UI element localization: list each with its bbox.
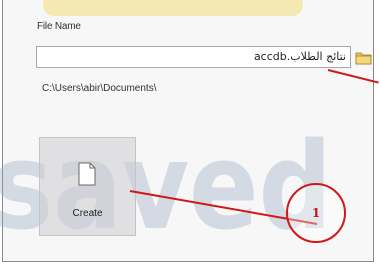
file-name-label: File Name xyxy=(37,21,81,32)
decorative-banner xyxy=(43,0,303,16)
annotation-step-marker: 1 xyxy=(286,183,346,243)
folder-icon xyxy=(355,52,371,64)
save-location-path: C:\Users\abir\Documents\ xyxy=(42,83,157,94)
create-button[interactable]: Create xyxy=(39,137,136,236)
document-icon xyxy=(78,162,96,186)
file-name-input[interactable]: نتائج الطلاب.accdb xyxy=(36,46,351,68)
create-label: Create xyxy=(72,208,103,219)
browse-folder-button[interactable] xyxy=(354,48,372,66)
